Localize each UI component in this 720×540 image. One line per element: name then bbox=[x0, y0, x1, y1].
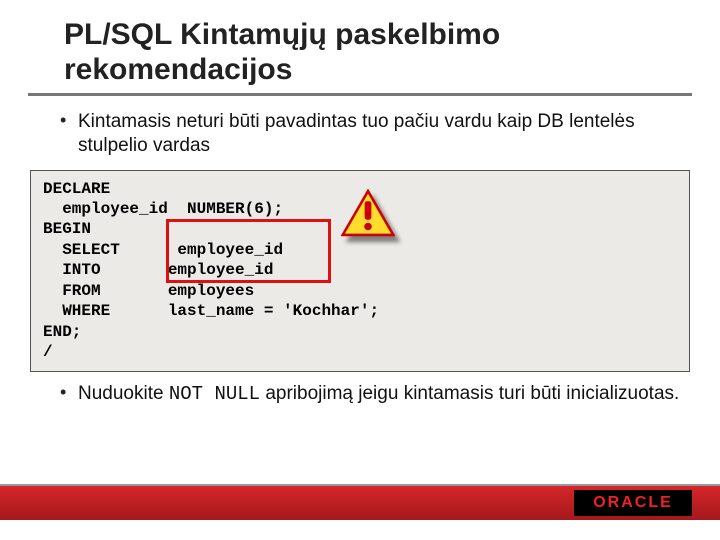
code-line: END; bbox=[43, 322, 677, 342]
bullet-item: Nuduokite NOT NULL apribojimą jeigu kint… bbox=[60, 382, 680, 407]
bullet-dot-icon bbox=[60, 382, 78, 404]
code-line: / bbox=[43, 342, 677, 362]
code-line: SELECT employee_id bbox=[43, 240, 677, 260]
code-line: WHERE last_name = 'Kochhar'; bbox=[43, 301, 677, 321]
highlight-box bbox=[166, 219, 331, 283]
bullet-dot-icon bbox=[60, 110, 78, 132]
oracle-logo-text: ORACLE bbox=[593, 494, 673, 512]
code-block: DECLARE employee_id NUMBER(6); BEGIN SEL… bbox=[30, 170, 690, 372]
bullet-text-part: Nuduokite bbox=[78, 383, 169, 404]
bullet-text: Kintamasis neturi būti pavadintas tuo pa… bbox=[78, 110, 680, 158]
bullet-text-part: apribojimą jeigu kintamasis turi būti in… bbox=[260, 383, 679, 404]
bullet-item: Kintamasis neturi būti pavadintas tuo pa… bbox=[60, 110, 680, 158]
content-area: Kintamasis neturi būti pavadintas tuo pa… bbox=[0, 96, 720, 158]
bullet-text: Nuduokite NOT NULL apribojimą jeigu kint… bbox=[78, 382, 680, 407]
content-area-2: Nuduokite NOT NULL apribojimą jeigu kint… bbox=[0, 382, 720, 407]
inline-code: NOT NULL bbox=[169, 383, 260, 405]
warning-icon bbox=[341, 189, 395, 237]
code-line: INTO employee_id bbox=[43, 260, 677, 280]
slide-title: PL/SQL Kintamųjų paskelbimo rekomendacij… bbox=[28, 0, 692, 96]
slide: PL/SQL Kintamųjų paskelbimo rekomendacij… bbox=[0, 0, 720, 540]
oracle-logo: ORACLE bbox=[574, 490, 692, 516]
code-line: FROM employees bbox=[43, 281, 677, 301]
